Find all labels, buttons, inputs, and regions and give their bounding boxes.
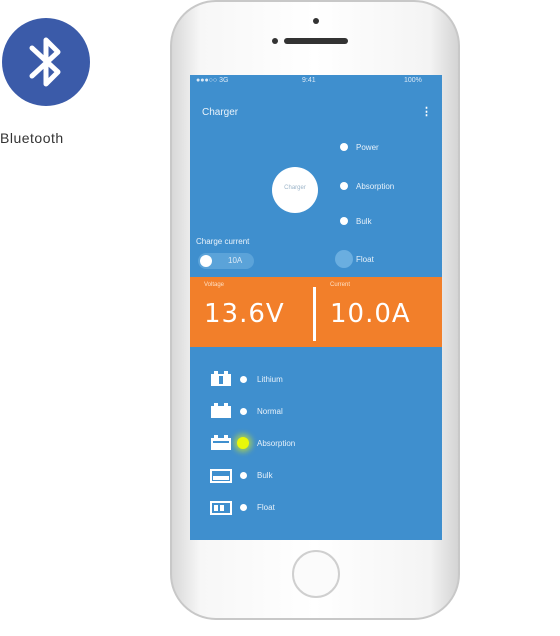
led-icon [340, 143, 348, 151]
battery-icon [211, 403, 231, 418]
charge-current-value: 10A [228, 256, 243, 265]
app-screen: ●●●○○ 3G 9:41 100% Charger ⋮ Charger Pow… [190, 75, 442, 540]
legend-label: Float [356, 254, 374, 264]
proximity-sensor [272, 38, 278, 44]
voltage-value: 13.6V [204, 299, 285, 329]
current-label: Current [330, 282, 351, 288]
led-icon [340, 217, 348, 225]
charger-status-circle[interactable]: Charger [272, 167, 318, 213]
led-icon [240, 503, 247, 511]
page-title: Charger [202, 107, 239, 118]
battery-icon [211, 435, 231, 450]
led-icon [240, 471, 247, 479]
status-battery: 100% [404, 77, 422, 84]
mode-item-bulk[interactable]: Bulk [210, 465, 273, 485]
phone-frame: ●●●○○ 3G 9:41 100% Charger ⋮ Charger Pow… [170, 0, 460, 620]
current-value: 10.0A [330, 299, 411, 329]
lithium-battery-icon [211, 371, 231, 386]
mode-label: Bulk [257, 470, 273, 480]
mode-label: Absorption [257, 438, 296, 448]
mode-item-float[interactable]: Float [210, 497, 275, 517]
legend-item-power: Power [340, 141, 379, 153]
home-button[interactable] [292, 550, 340, 598]
front-camera [313, 18, 319, 24]
active-led-icon [237, 437, 249, 449]
legend-item-absorption: Absorption [340, 180, 394, 192]
led-icon [340, 182, 348, 190]
status-bar: ●●●○○ 3G 9:41 100% [190, 75, 442, 89]
legend-label: Bulk [356, 216, 372, 226]
battery-icon [210, 501, 232, 515]
legend-item-bulk: Bulk [340, 215, 372, 227]
status-signal: ●●●○○ 3G [196, 77, 229, 84]
metrics-divider [313, 287, 316, 341]
mode-item-absorption[interactable]: Absorption [210, 433, 295, 453]
charge-current-label: Charge current [196, 237, 250, 246]
bluetooth-label: Bluetooth [0, 130, 64, 146]
mode-item-normal[interactable]: Normal [210, 401, 283, 421]
mode-label: Lithium [257, 374, 283, 384]
led-icon [335, 250, 353, 268]
more-icon[interactable]: ⋮ [421, 105, 432, 118]
voltage-label: Voltage [204, 282, 225, 288]
charger-circle-label: Charger [284, 185, 306, 191]
charge-current-toggle[interactable]: 10A [198, 253, 254, 269]
earpiece-speaker [284, 38, 348, 44]
mode-label: Normal [257, 406, 283, 416]
mode-item-lithium[interactable]: Lithium [210, 369, 283, 389]
legend-label: Absorption [356, 181, 395, 191]
toggle-knob [200, 255, 212, 267]
status-time: 9:41 [302, 77, 316, 84]
legend-item-float: Float [335, 250, 374, 268]
bluetooth-icon [29, 37, 61, 87]
bluetooth-badge [2, 18, 90, 106]
metrics-panel: Voltage 13.6V Current 10.0A [190, 277, 442, 347]
led-icon [240, 407, 247, 415]
led-icon [240, 375, 247, 383]
battery-icon [210, 469, 232, 483]
legend-label: Power [356, 142, 379, 152]
mode-label: Float [257, 502, 275, 512]
